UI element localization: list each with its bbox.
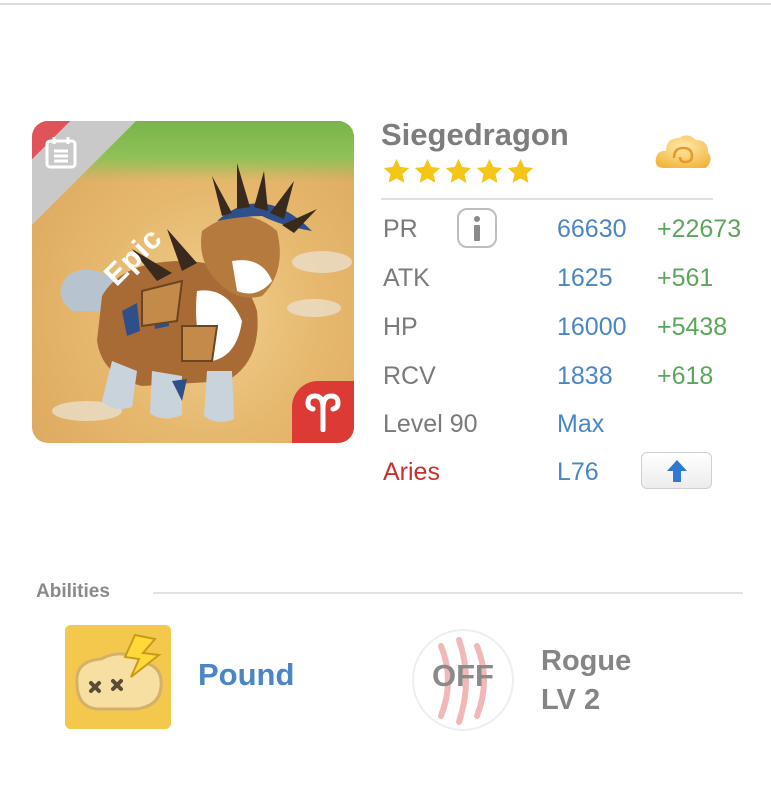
star-icon [476, 158, 503, 183]
stat-bonus-rcv: +618 [657, 362, 714, 390]
sign-label: Aries [383, 458, 440, 486]
sign-upgrade-button[interactable] [641, 452, 712, 489]
top-divider [0, 3, 771, 5]
creature-portrait[interactable]: Epic [32, 121, 354, 443]
calendar-icon[interactable] [44, 135, 78, 169]
stat-value-rcv: 1838 [557, 362, 613, 390]
arrow-up-icon [666, 459, 687, 482]
sign-level-value: L76 [557, 458, 599, 486]
star-icon [383, 158, 410, 183]
stat-bonus-pr: +22673 [657, 215, 742, 243]
element-cloud-icon[interactable] [652, 128, 714, 178]
level-value: Max [557, 410, 605, 438]
pound-icon-art [65, 625, 171, 729]
star-icon [445, 158, 472, 183]
pound-ability-icon[interactable] [65, 625, 171, 729]
star-icon [414, 158, 441, 183]
stat-value-pr: 66630 [557, 215, 627, 243]
passive-name: Rogue [541, 645, 632, 677]
aries-symbol-icon [305, 393, 341, 432]
level-label: Level 90 [383, 410, 478, 438]
star-rating [382, 157, 535, 186]
creature-name: Siegedragon [381, 117, 569, 152]
stat-bonus-atk: +561 [657, 264, 714, 292]
stat-label-rcv: RCV [383, 362, 436, 390]
stat-label-atk: ATK [383, 264, 430, 292]
stat-label-pr: PR [383, 215, 418, 243]
aries-badge [292, 381, 354, 443]
stat-bonus-hp: +5438 [657, 313, 728, 341]
star-icon [507, 158, 534, 183]
stat-value-hp: 16000 [557, 313, 627, 341]
passive-state: OFF [432, 658, 494, 693]
stat-label-hp: HP [383, 313, 418, 341]
info-icon [474, 216, 480, 241]
ability-name[interactable]: Pound [198, 657, 294, 693]
abilities-divider [153, 592, 743, 594]
name-divider [381, 198, 713, 200]
passive-level: LV 2 [541, 684, 601, 716]
stat-value-atk: 1625 [557, 264, 613, 292]
info-button[interactable] [457, 208, 497, 248]
abilities-header: Abilities [36, 581, 110, 602]
